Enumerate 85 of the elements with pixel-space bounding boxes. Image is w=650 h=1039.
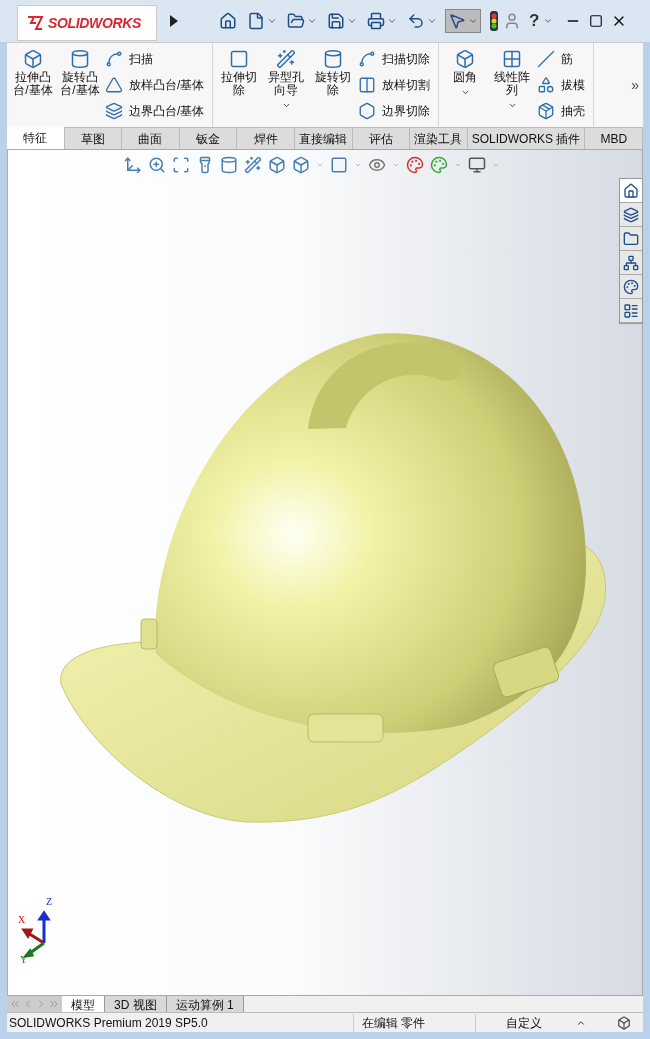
x-axis-label: X <box>18 913 26 927</box>
cube-icon[interactable] <box>268 156 286 174</box>
status-product: SOLIDWORKS Premium 2019 SP5.0 <box>8 1014 209 1032</box>
ribbon-button[interactable]: 拉伸凸台/基体 <box>11 49 55 97</box>
ribbon-button[interactable]: 线性阵列 <box>490 49 535 110</box>
ribbon-button[interactable]: 扫描切除 <box>358 49 435 69</box>
dropdown-caret-icon <box>267 16 277 26</box>
ribbon-button[interactable]: 旋转凸台/基体 <box>58 49 102 97</box>
shell-box-icon <box>537 102 556 120</box>
ribbon-tab[interactable]: MBD <box>585 127 644 149</box>
ribbon-tab[interactable]: 草图 <box>64 127 123 149</box>
cylinder-icon <box>70 49 90 69</box>
select-button[interactable] <box>445 9 481 33</box>
save-icon <box>327 12 345 30</box>
undo-icon <box>407 12 425 30</box>
wand-icon <box>276 49 297 69</box>
axis-icon[interactable] <box>124 156 142 174</box>
dropdown-caret-icon <box>307 16 317 26</box>
traffic-light-icon[interactable] <box>489 11 499 31</box>
dropdown-caret-icon[interactable] <box>543 16 554 26</box>
curve-icon <box>105 50 123 68</box>
expand-arrow-icon[interactable] <box>169 14 179 28</box>
dropdown-caret-icon <box>427 16 437 26</box>
folder-icon <box>623 230 639 247</box>
appearance-icon[interactable] <box>406 156 424 174</box>
wand-icon[interactable] <box>244 156 262 174</box>
ribbon-button[interactable]: 抽壳 <box>537 101 590 121</box>
ribbon-tab[interactable]: 直接编辑 <box>294 127 353 149</box>
ribbon-button[interactable]: 放样凸台/基体 <box>105 75 209 95</box>
ribbon-button[interactable]: 圆角 <box>443 49 488 97</box>
model-tab[interactable]: 模型 <box>62 996 105 1012</box>
dropdown-caret-icon <box>387 16 397 26</box>
maximize-icon[interactable] <box>589 14 604 28</box>
rounded-cube-icon <box>455 49 476 69</box>
task-pane-tab[interactable] <box>620 179 642 203</box>
help-button[interactable]: ? <box>529 8 540 34</box>
logo-text: SOLIDWORKS <box>48 13 141 33</box>
ribbon-button[interactable]: 边界切除 <box>358 101 435 121</box>
logo-badge[interactable]: SOLIDWORKS <box>17 5 157 41</box>
grid-icon <box>502 49 523 69</box>
ribbon-button[interactable]: 拉伸切除 <box>217 49 262 97</box>
model-tab[interactable]: 运动算例 1 <box>166 996 244 1012</box>
eye-icon[interactable] <box>368 156 386 174</box>
status-mode: 在编辑 零件 <box>353 1013 445 1032</box>
z-axis-label: Z <box>46 895 53 909</box>
model-tab[interactable]: 3D 视图 <box>105 996 167 1012</box>
printer-icon <box>367 12 385 30</box>
cube-icon <box>23 49 43 69</box>
cylinder-icon <box>323 49 344 69</box>
zoom-icon[interactable] <box>148 156 166 174</box>
list-icon <box>623 302 639 319</box>
layered-block-icon <box>105 102 123 120</box>
split-block-icon <box>358 76 377 94</box>
home-icon <box>623 182 639 199</box>
view-orientation-icon[interactable] <box>292 156 310 174</box>
more-button[interactable]: » <box>631 74 639 96</box>
ribbon-button[interactable]: 边界凸台/基体 <box>105 101 209 121</box>
ribbon-tab[interactable]: 特征 <box>7 127 65 149</box>
ribbon-tab[interactable]: SOLIDWORKS 插件 <box>467 127 586 149</box>
display-style-icon[interactable] <box>330 156 348 174</box>
ribbon-button[interactable]: 筋 <box>537 49 590 69</box>
status-units: 自定义 <box>475 1013 542 1032</box>
open-folder-icon <box>287 12 305 30</box>
monitor-icon[interactable] <box>468 156 486 174</box>
ribbon-tab[interactable]: 评估 <box>352 127 411 149</box>
ribbon-button[interactable]: 扫描 <box>105 49 209 69</box>
ribbon-tab[interactable]: 渲染工具 <box>410 127 468 149</box>
zoom-area-icon[interactable] <box>172 156 190 174</box>
logo-icon <box>26 14 44 32</box>
dropdown-caret-icon[interactable] <box>460 88 470 97</box>
new-file-icon <box>247 12 265 30</box>
dropdown-caret-icon[interactable] <box>507 101 517 110</box>
home-icon <box>219 12 237 30</box>
dropdown-caret-icon <box>468 16 478 26</box>
dropdown-caret-icon <box>347 16 357 26</box>
hexagon-block-icon <box>358 102 377 120</box>
ribbon-tab[interactable]: 曲面 <box>122 127 180 149</box>
ribbon-button[interactable]: 放样切割 <box>358 75 435 95</box>
dropdown-caret-icon[interactable] <box>281 101 291 110</box>
ribbon-button[interactable]: 异型孔向导 <box>264 49 309 110</box>
ribbon-button[interactable]: 拔模 <box>537 75 590 95</box>
pointer-icon <box>448 12 466 30</box>
ribbon-tab[interactable]: 钣金 <box>179 127 238 149</box>
ribbon-button[interactable]: 旋转切除 <box>311 49 356 97</box>
ribbon-tab[interactable]: 焊件 <box>237 127 295 149</box>
